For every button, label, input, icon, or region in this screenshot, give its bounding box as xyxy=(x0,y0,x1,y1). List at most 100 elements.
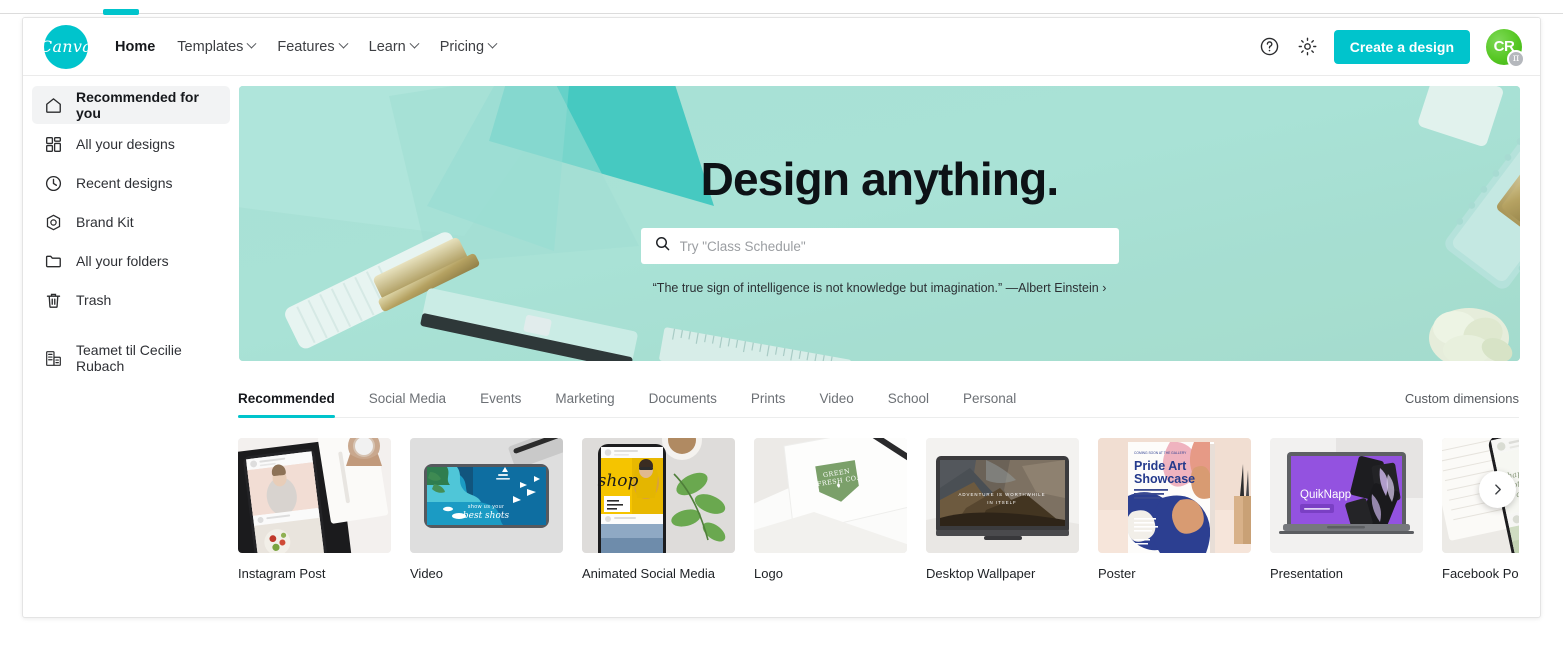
svg-text:ADVENTURE IS WORTHWHILE: ADVENTURE IS WORTHWHILE xyxy=(958,492,1045,497)
hero-title: Design anything. xyxy=(700,153,1060,205)
template-card[interactable]: Instagram Post xyxy=(238,438,391,581)
svg-text:QuikNapp: QuikNapp xyxy=(1300,489,1351,501)
template-thumbnail[interactable]: shop xyxy=(582,438,735,553)
browser-tab-strip xyxy=(0,0,1563,15)
sidebar: Recommended for you All your designs Rec… xyxy=(23,76,238,617)
nav-item-features[interactable]: Features xyxy=(266,33,357,61)
pro-badge-icon: π xyxy=(1507,49,1525,68)
template-carousel: Instagram Post show us your best shots V… xyxy=(238,438,1519,581)
canva-logo[interactable]: Canva xyxy=(40,24,92,69)
monitor-mountain-art: ADVENTURE IS WORTHWHILE IN ITSELF xyxy=(926,438,1079,553)
template-card[interactable]: COMING SOON AT THE GALLERY Pride Art Sho… xyxy=(1098,438,1251,581)
template-thumbnail[interactable]: ADVENTURE IS WORTHWHILE IN ITSELF xyxy=(926,438,1079,553)
tab-events[interactable]: Events xyxy=(463,391,538,417)
sidebar-item-all-your-designs[interactable]: All your designs xyxy=(32,125,230,163)
hero-content: Design anything. “The true sign of intel… xyxy=(239,86,1520,361)
template-thumbnail[interactable]: GREEN FRESH CO. xyxy=(754,438,907,553)
search-icon xyxy=(654,235,671,257)
hero-quote-link[interactable]: “The true sign of intelligence is not kn… xyxy=(653,281,1107,295)
nav-label: Features xyxy=(277,38,335,55)
grid-icon xyxy=(44,135,63,154)
gear-icon[interactable] xyxy=(1296,35,1320,59)
svg-text:COMING SOON AT THE GALLERY: COMING SOON AT THE GALLERY xyxy=(1134,451,1187,455)
main-navigation: Home Templates Features Learn Pricing xyxy=(104,33,507,61)
tab-recommended[interactable]: Recommended xyxy=(238,391,352,418)
template-card-label: Video xyxy=(410,566,444,581)
user-avatar[interactable]: CR π xyxy=(1486,28,1525,68)
template-thumbnail[interactable]: show us your best shots xyxy=(410,438,563,553)
template-card[interactable]: happy mothers day xyxy=(1442,438,1519,581)
template-card-label: Poster xyxy=(1098,566,1136,581)
sidebar-item-label: All your designs xyxy=(76,136,175,152)
help-circle-icon[interactable] xyxy=(1258,35,1282,59)
tab-video[interactable]: Video xyxy=(802,391,870,417)
category-tabs: Recommended Social Media Events Marketin… xyxy=(238,378,1519,418)
sidebar-item-trash[interactable]: Trash xyxy=(32,281,230,319)
tab-documents[interactable]: Documents xyxy=(632,391,734,417)
canva-app-window: Canva Home Templates Features Learn Pric… xyxy=(22,17,1541,618)
carousel-next-button[interactable] xyxy=(1479,471,1516,508)
phone-ocean-art: show us your best shots xyxy=(410,438,563,553)
sidebar-item-label: Recent designs xyxy=(76,175,173,191)
sidebar-item-recent-designs[interactable]: Recent designs xyxy=(32,164,230,202)
sidebar-item-label: Trash xyxy=(76,292,112,308)
app-body: Recommended for you All your designs Rec… xyxy=(23,76,1540,617)
custom-dimensions-button[interactable]: Custom dimensions xyxy=(1405,391,1519,417)
sidebar-item-label: Recommended for you xyxy=(76,89,199,121)
template-card-label: Facebook Post xyxy=(1442,566,1519,581)
template-card[interactable]: QuikNapp Presentation xyxy=(1270,438,1423,581)
nav-label: Templates xyxy=(177,38,244,55)
tab-school[interactable]: School xyxy=(871,391,946,417)
folder-icon xyxy=(44,252,63,271)
pride-poster-art: COMING SOON AT THE GALLERY Pride Art Sho… xyxy=(1098,438,1251,553)
sidebar-item-recommended-for-you[interactable]: Recommended for you xyxy=(32,86,230,124)
nav-item-learn[interactable]: Learn xyxy=(358,33,429,61)
search-input[interactable] xyxy=(679,238,1106,254)
tab-prints[interactable]: Prints xyxy=(734,391,803,417)
trash-icon xyxy=(44,291,63,310)
tab-personal[interactable]: Personal xyxy=(946,391,1033,417)
brand-kit-icon xyxy=(44,213,63,232)
svg-text:show us your: show us your xyxy=(468,504,505,510)
svg-text:Showcase: Showcase xyxy=(1134,472,1195,486)
sidebar-item-all-your-folders[interactable]: All your folders xyxy=(32,242,230,280)
template-card[interactable]: shop Animated Social Media xyxy=(582,438,735,581)
sidebar-divider xyxy=(32,320,230,339)
template-card-list: Instagram Post show us your best shots V… xyxy=(238,438,1519,581)
tab-marketing[interactable]: Marketing xyxy=(538,391,631,417)
phone-shop-art: shop xyxy=(582,438,735,553)
tab-social-media[interactable]: Social Media xyxy=(352,391,463,417)
phone-notebook-art xyxy=(238,438,391,553)
main-content: Design anything. “The true sign of intel… xyxy=(238,76,1540,617)
clock-icon xyxy=(44,174,63,193)
chevron-down-icon xyxy=(246,38,257,49)
laptop-quiknapp-art: QuikNapp xyxy=(1270,438,1423,553)
template-thumbnail[interactable] xyxy=(238,438,391,553)
active-browser-tab-indicator[interactable] xyxy=(103,9,139,15)
home-icon xyxy=(44,96,63,115)
chevron-down-icon xyxy=(409,38,420,49)
template-card[interactable]: ADVENTURE IS WORTHWHILE IN ITSELF Deskto… xyxy=(926,438,1079,581)
template-card[interactable]: show us your best shots Video xyxy=(410,438,563,581)
template-thumbnail[interactable]: COMING SOON AT THE GALLERY Pride Art Sho… xyxy=(1098,438,1251,553)
sidebar-item-team[interactable]: Teamet til Cecilie Rubach xyxy=(32,339,230,377)
template-card-label: Presentation xyxy=(1270,566,1343,581)
template-card[interactable]: GREEN FRESH CO. Logo xyxy=(754,438,907,581)
envelope-logo-art: GREEN FRESH CO. xyxy=(754,438,907,553)
svg-text:shop: shop xyxy=(598,471,639,491)
template-card-label: Logo xyxy=(754,566,783,581)
chevron-down-icon xyxy=(338,38,349,49)
nav-item-pricing[interactable]: Pricing xyxy=(429,33,507,61)
chevron-right-icon xyxy=(1495,484,1501,495)
svg-text:best shots: best shots xyxy=(463,511,510,521)
nav-item-home[interactable]: Home xyxy=(104,33,166,61)
sidebar-item-brand-kit[interactable]: Brand Kit xyxy=(32,203,230,241)
template-card-label: Instagram Post xyxy=(238,566,326,581)
nav-item-templates[interactable]: Templates xyxy=(166,33,266,61)
search-bar[interactable] xyxy=(640,228,1119,264)
create-a-design-button[interactable]: Create a design xyxy=(1333,29,1470,64)
template-thumbnail[interactable]: QuikNapp xyxy=(1270,438,1423,553)
nav-label: Home xyxy=(115,38,156,55)
app-header: Canva Home Templates Features Learn Pric… xyxy=(23,18,1540,76)
nav-label: Pricing xyxy=(439,38,485,55)
